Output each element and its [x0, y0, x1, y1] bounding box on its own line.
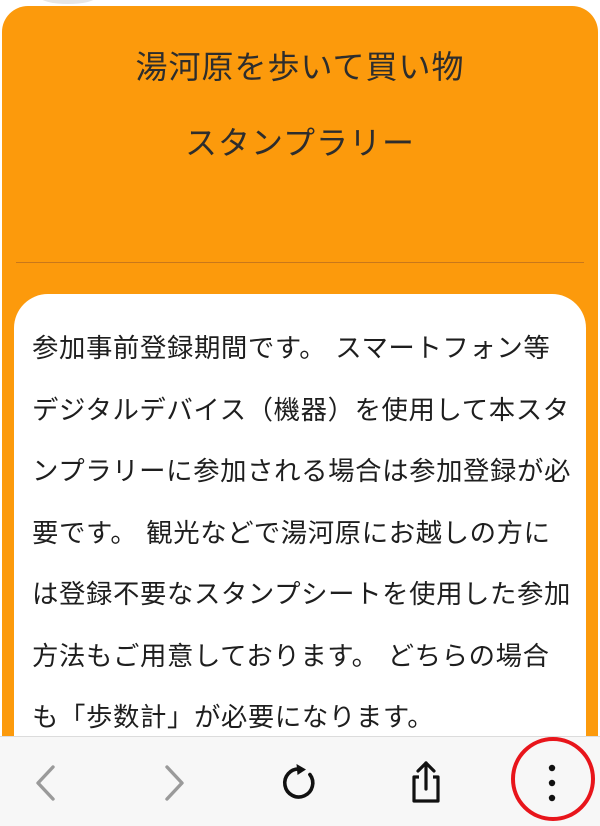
reload-icon: [283, 764, 315, 799]
header-divider: [16, 262, 584, 263]
share-button[interactable]: [396, 753, 456, 813]
top-edge-shadow: [40, 0, 96, 4]
notice-panel: 参加事前登録期間です。 スマートフォン等デジタルデバイス（機器）を使用して本スタ…: [14, 294, 586, 766]
page-title-line-1: 湯河原を歩いて買い物: [135, 48, 465, 86]
stamp-rally-card: 湯河原を歩いて買い物 スタンプラリー 参加事前登録期間です。 スマートフォン等デ…: [2, 6, 598, 766]
back-button[interactable]: [16, 753, 76, 813]
mobile-browser-page: 湯河原を歩いて買い物 スタンプラリー 参加事前登録期間です。 スマートフォン等デ…: [0, 0, 600, 826]
browser-bottom-toolbar: [0, 736, 600, 826]
share-icon: [412, 761, 440, 803]
forward-button[interactable]: [144, 753, 204, 813]
reload-button[interactable]: [270, 753, 330, 813]
page-title-line-2: スタンプラリー: [184, 124, 416, 162]
chevron-left-icon: [36, 765, 55, 801]
more-options-button[interactable]: [522, 753, 582, 813]
registration-notice-text: 参加事前登録期間です。 スマートフォン等デジタルデバイス（機器）を使用して本スタ…: [32, 333, 572, 733]
more-vertical-icon: [548, 764, 556, 802]
chevron-right-icon: [165, 765, 184, 801]
